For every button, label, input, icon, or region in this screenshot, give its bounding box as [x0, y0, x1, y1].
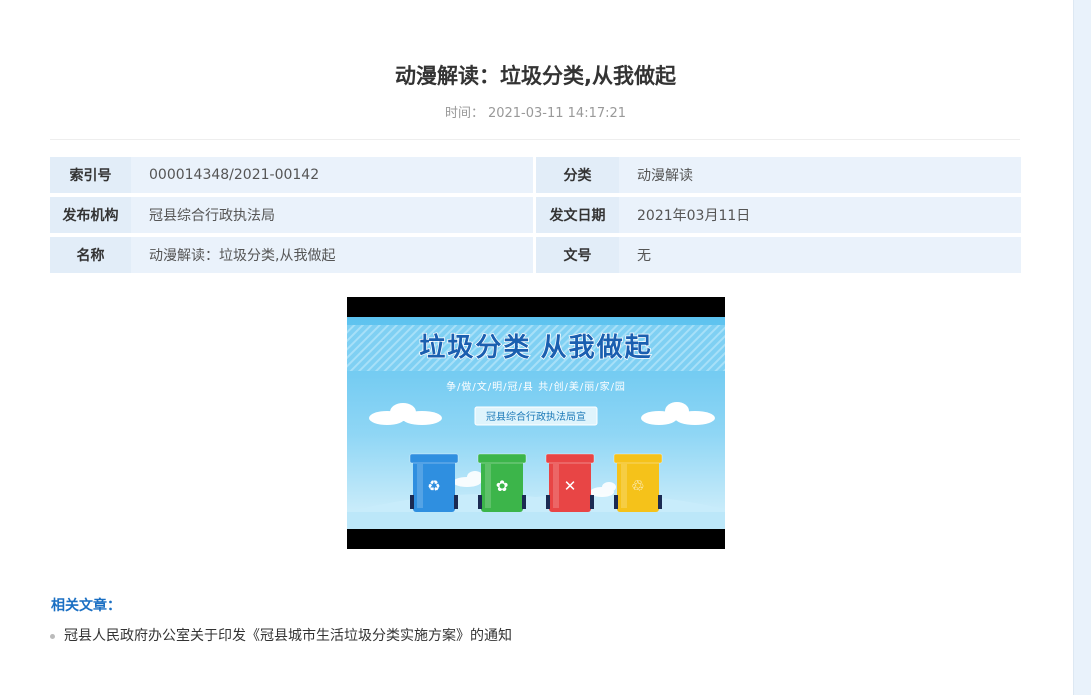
other-waste-icon: ♲	[631, 477, 644, 495]
recycle-icon: ♻	[427, 477, 440, 495]
doc-number-value: 无	[619, 237, 1021, 273]
trash-bin: ✕	[545, 453, 595, 512]
hazardous-waste-icon: ✕	[564, 477, 577, 495]
publisher-label: 发布机构	[50, 197, 131, 233]
info-row-name: 名称 动漫解读：垃圾分类,从我做起 文号 无	[50, 237, 1021, 273]
index-number-value: 000014348/2021-00142	[131, 157, 533, 193]
document-info-table: 索引号 000014348/2021-00142 分类 动漫解读 发布机构 冠县…	[50, 153, 1021, 277]
publish-date-value: 2021年03月11日	[619, 197, 1021, 233]
time-label: 时间：	[444, 106, 484, 121]
trash-bin: ✿	[477, 453, 527, 512]
trash-bin: ♻	[409, 453, 459, 512]
bullet-icon	[50, 633, 55, 639]
poster-slogan: 争/做/文/明/冠/县 共/创/美/丽/家/园	[446, 380, 626, 393]
publish-date-label: 发文日期	[536, 197, 619, 233]
index-number-label: 索引号	[50, 157, 131, 193]
info-row-publisher: 发布机构 冠县综合行政执法局 发文日期 2021年03月11日	[50, 197, 1021, 233]
doc-number-label: 文号	[536, 237, 619, 273]
list-item: 冠县人民政府办公室关于印发《冠县城市生活垃圾分类实施方案》的通知	[50, 626, 512, 646]
trash-bin: ♲	[613, 453, 663, 512]
related-article-link[interactable]: 冠县人民政府办公室关于印发《冠县城市生活垃圾分类实施方案》的通知	[64, 626, 512, 646]
related-articles-list: 冠县人民政府办公室关于印发《冠县城市生活垃圾分类实施方案》的通知	[50, 626, 512, 646]
right-sidebar-rail	[1073, 0, 1091, 695]
info-row-index: 索引号 000014348/2021-00142 分类 动漫解读	[50, 157, 1021, 193]
category-label: 分类	[536, 157, 619, 193]
poster-illustration: 垃圾分类 从我做起 争/做/文/明/冠/县 共/创/美/丽/家/园 冠县综合行政…	[347, 297, 725, 549]
related-articles-heading: 相关文章：	[51, 598, 121, 614]
category-value: 动漫解读	[619, 157, 1021, 193]
kitchen-waste-icon: ✿	[496, 477, 509, 495]
publisher-value: 冠县综合行政执法局	[131, 197, 533, 233]
name-value: 动漫解读：垃圾分类,从我做起	[131, 237, 533, 273]
divider	[50, 139, 1020, 140]
poster-headline: 垃圾分类 从我做起	[419, 332, 652, 362]
name-label: 名称	[50, 237, 131, 273]
poster-badge: 冠县综合行政执法局宣	[486, 410, 586, 423]
article-title: 动漫解读：垃圾分类,从我做起	[395, 64, 676, 88]
video-poster[interactable]: 垃圾分类 从我做起 争/做/文/明/冠/县 共/创/美/丽/家/园 冠县综合行政…	[347, 297, 725, 549]
article-meta: 时间： 2021-03-11 14:17:21	[0, 102, 1071, 121]
time-value: 2021-03-11 14:17:21	[487, 106, 627, 121]
